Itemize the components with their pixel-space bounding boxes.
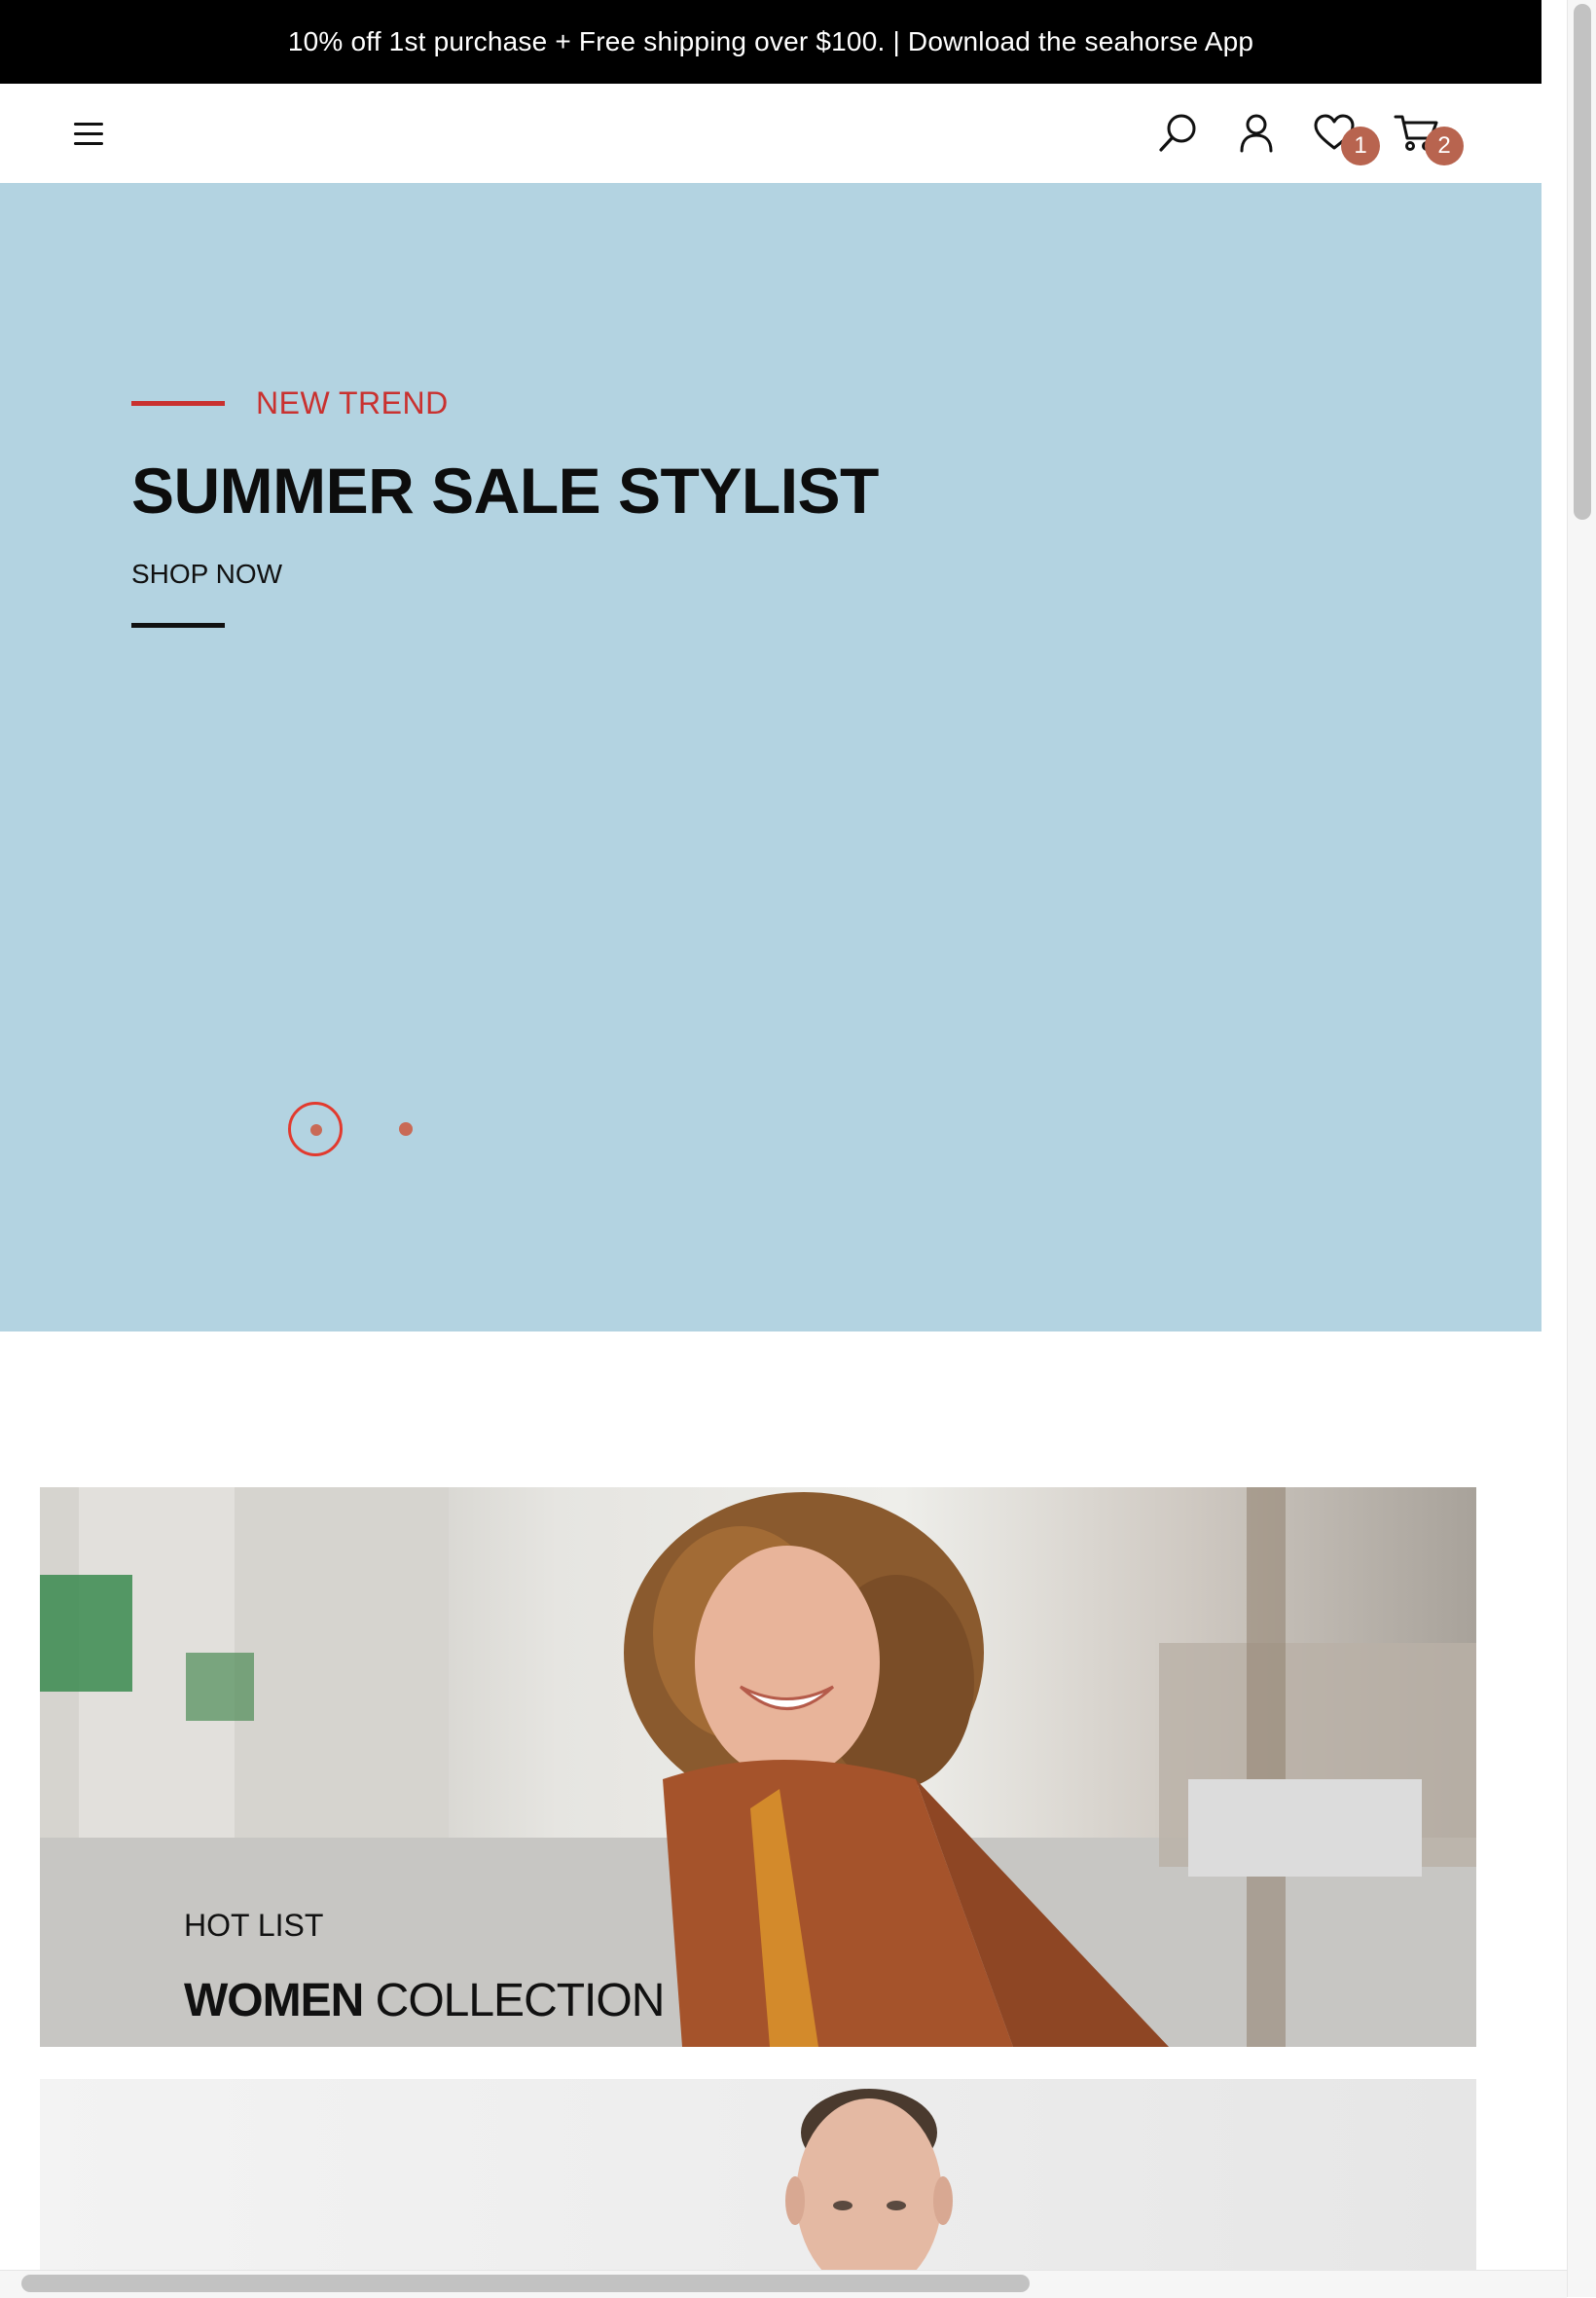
man-photo bbox=[785, 2089, 953, 2274]
woman-photo bbox=[40, 1487, 1476, 2047]
shop-now-underline bbox=[131, 623, 225, 628]
cart-count-badge: 2 bbox=[1425, 127, 1464, 165]
shop-now-link[interactable]: SHOP NOW bbox=[131, 559, 282, 590]
hero-eyebrow: NEW TREND bbox=[256, 385, 449, 420]
hero-title: SUMMER SALE STYLIST bbox=[131, 455, 879, 527]
slider-dot[interactable] bbox=[399, 1122, 413, 1136]
user-icon[interactable] bbox=[1234, 111, 1279, 156]
slider-dot-active[interactable] bbox=[288, 1102, 343, 1156]
banner-subtitle: HOT LIST bbox=[184, 1908, 324, 1943]
vertical-scrollbar-thumb[interactable] bbox=[1574, 4, 1591, 520]
hamburger-menu-icon[interactable] bbox=[74, 123, 105, 146]
wishlist-count-badge: 1 bbox=[1341, 127, 1380, 165]
announcement-text: 10% off 1st purchase + Free shipping ove… bbox=[287, 26, 1254, 56]
men-collection-banner[interactable] bbox=[40, 2079, 1476, 2274]
women-collection-banner[interactable]: HOT LIST WOMEN COLLECTION bbox=[40, 1487, 1476, 2047]
banner-title-bold: WOMEN bbox=[184, 1975, 364, 2026]
horizontal-scrollbar-thumb[interactable] bbox=[21, 2275, 1030, 2292]
search-icon[interactable] bbox=[1156, 111, 1201, 156]
eyebrow-accent-line bbox=[131, 401, 225, 406]
hero-slider: NEW TREND SUMMER SALE STYLIST SHOP NOW bbox=[0, 183, 1542, 1331]
site-header: 1 2 bbox=[0, 84, 1542, 183]
banner-title-light: COLLECTION bbox=[375, 1975, 666, 2026]
announcement-bar: 10% off 1st purchase + Free shipping ove… bbox=[0, 0, 1542, 84]
banner-title: WOMEN COLLECTION bbox=[184, 1974, 666, 2027]
